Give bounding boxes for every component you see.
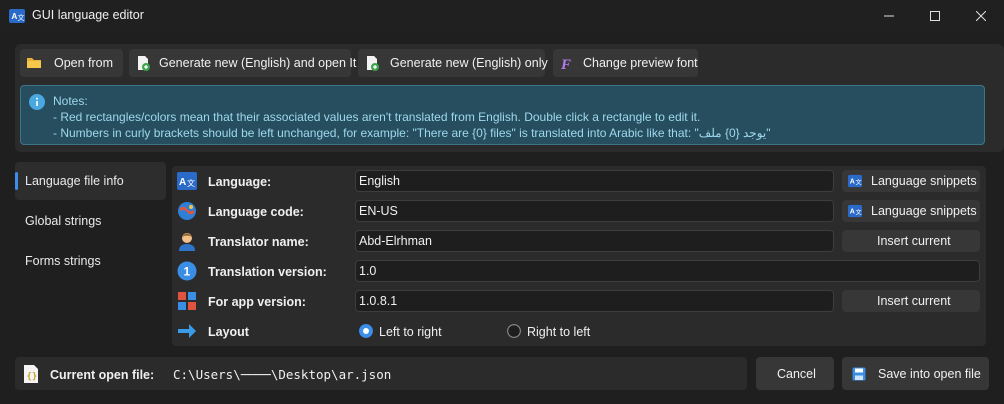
change-font-button[interactable]: F Change preview font [553,49,698,77]
globe-icon [178,202,196,220]
open-from-button[interactable]: Open from [20,49,123,77]
language-snippets-label: Language snippets [871,204,977,218]
language-code-label: Language code: [208,205,304,219]
language-field[interactable]: English [355,170,834,192]
open-from-label: Open from [54,56,114,70]
svg-text:文: 文 [18,13,25,22]
change-font-label: Change preview font [583,56,698,70]
svg-text:F: F [560,57,571,71]
svg-text:A: A [179,177,186,188]
svg-text:文: 文 [855,209,861,217]
translate-icon: A 文 [848,204,862,218]
translator-name-field[interactable]: Abd-Elrhman [355,230,834,252]
notes-title: Notes: [53,94,88,108]
person-icon [179,233,195,251]
language-snippets-label: Language snippets [871,174,977,188]
layout-label: Layout [208,325,249,339]
radio-left-to-right[interactable] [359,324,373,338]
arrow-right-icon [178,324,196,338]
sidebar-item-forms-strings[interactable]: Forms strings [15,242,166,280]
sidebar-item-label: Forms strings [25,254,101,268]
maximize-icon [930,11,940,21]
notes-line: - Red rectangles/colors mean that their … [53,110,701,124]
current-file-path: C:\Users\────\Desktop\ar.json [173,367,392,382]
insert-current-button[interactable]: Insert current [842,290,980,312]
folder-icon [27,58,41,68]
maximize-button[interactable] [912,0,958,32]
radio-right-to-left[interactable] [507,324,521,338]
font-icon: F [560,57,571,71]
translation-version-field[interactable]: 1.0 [355,260,980,282]
svg-text:文: 文 [855,179,861,187]
svg-text:1: 1 [184,265,191,279]
notes-box: Notes: - Red rectangles/colors mean that… [20,85,985,145]
cancel-label: Cancel [777,367,816,381]
window-title: GUI language editor [32,8,144,22]
sidebar-item-label: Language file info [25,174,124,188]
radio-left-to-right-label[interactable]: Left to right [379,325,442,339]
cancel-button[interactable]: Cancel [756,357,834,390]
save-icon [852,367,866,381]
insert-current-button[interactable]: Insert current [842,230,980,252]
close-button[interactable] [958,0,1004,32]
insert-current-label: Insert current [877,234,951,248]
app-version-label: For app version: [208,295,306,309]
translate-icon: A 文 [848,174,862,188]
app-grid-icon [178,292,196,310]
sidebar-item-language-file-info[interactable]: Language file info [15,162,166,200]
svg-text:文: 文 [187,178,195,188]
app-version-field[interactable]: 1.0.8.1 [355,290,834,312]
insert-current-label: Insert current [877,294,951,308]
new-file-icon [138,56,150,71]
generate-only-button[interactable]: Generate new (English) only [358,49,548,77]
save-label: Save into open file [878,367,981,381]
info-icon [29,94,45,110]
language-info-panel [172,166,986,346]
language-code-field[interactable]: EN-US [355,200,834,222]
notes-line: - Numbers in curly brackets should be le… [53,126,771,140]
close-icon [976,11,986,21]
translate-icon: A 文 [9,9,25,23]
language-snippets-button[interactable]: A 文 Language snippets [842,170,980,192]
svg-text:A: A [850,209,855,216]
translator-name-label: Translator name: [208,235,309,249]
generate-open-button[interactable]: Generate new (English) and open It [129,49,356,77]
minimize-button[interactable] [866,0,912,32]
selection-indicator [15,172,18,190]
json-file-icon: {} [24,365,38,383]
minimize-icon [884,15,894,17]
language-label: Language: [208,175,272,189]
generate-open-label: Generate new (English) and open It [159,56,357,70]
current-file-label: Current open file: [50,368,155,382]
radio-right-to-left-label[interactable]: Right to left [527,325,590,339]
svg-text:{}: {} [27,372,38,382]
generate-only-label: Generate new (English) only [390,56,548,70]
language-snippets-button[interactable]: A 文 Language snippets [842,200,980,222]
new-file-icon [367,56,379,71]
sidebar-item-label: Global strings [25,214,102,228]
sidebar-item-global-strings[interactable]: Global strings [15,202,166,240]
number-one-icon: 1 [177,261,197,281]
save-button[interactable]: Save into open file [842,357,989,390]
translation-version-label: Translation version: [208,265,327,279]
title-bar[interactable]: A 文 GUI language editor [0,0,1004,32]
svg-text:A: A [850,179,855,186]
translate-icon: A 文 [177,172,197,190]
